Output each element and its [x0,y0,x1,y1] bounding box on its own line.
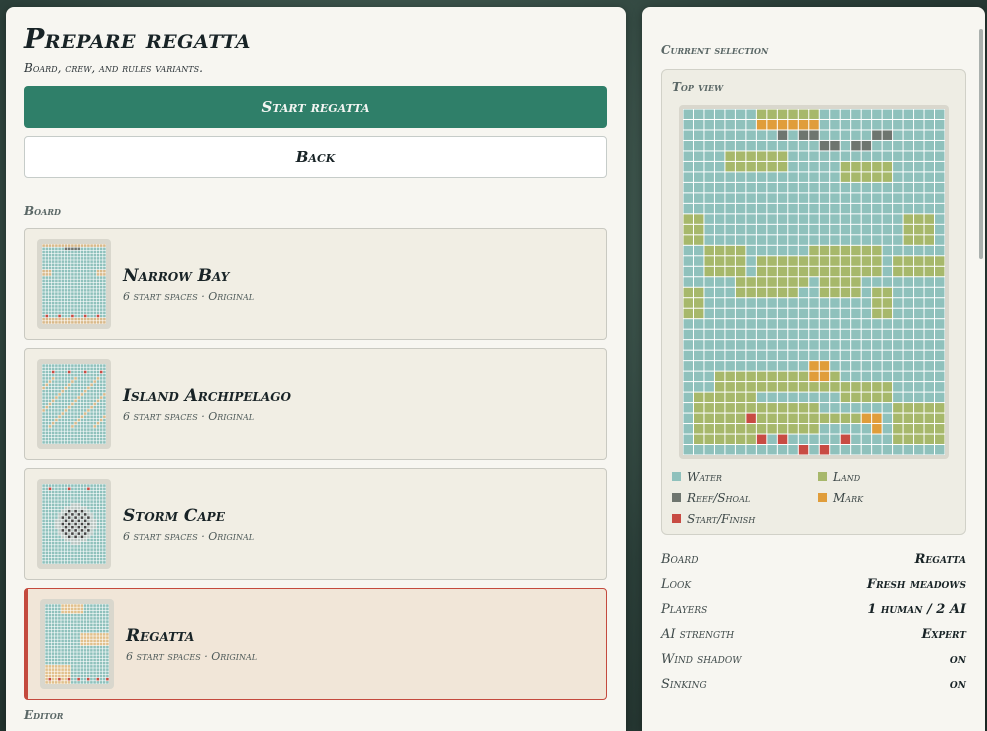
board-name: Narrow Bay [123,265,230,286]
board-meta: 6 start spaces · Original [123,529,255,543]
board-name: Storm Cape [123,505,225,526]
page-title: Prepare regatta [24,24,251,55]
board-card-storm-cape[interactable]: Storm Cape 6 start spaces · Original [24,468,607,580]
board-thumbnail [37,479,111,569]
board-card-island-archipelago[interactable]: Island Archipelago 6 start spaces · Orig… [24,348,607,460]
legend-reef: Reef/Shoal [672,490,818,505]
start-swatch [672,514,681,523]
legend-land: Land [818,469,958,484]
top-view-label: Top view [672,80,724,94]
detail-row-look: Look Fresh meadows [661,572,966,597]
board-meta: 6 start spaces · Original [123,289,255,303]
detail-value: on [949,652,966,667]
back-button[interactable]: Back [24,136,607,178]
board-thumbnail [40,599,114,689]
start-regatta-button[interactable]: Start regatta [24,86,607,128]
detail-row-wind-shadow: Wind shadow on [661,647,966,672]
legend-mark: Mark [818,490,958,505]
board-meta: 6 start spaces · Original [123,409,255,423]
editor-section-label: Editor [24,708,64,722]
board-card-regatta[interactable]: Regatta 6 start spaces · Original [24,588,607,700]
board-card-narrow-bay[interactable]: Narrow Bay 6 start spaces · Original [24,228,607,340]
board-thumbnail [37,359,111,449]
water-swatch [672,472,681,481]
mark-swatch [818,493,827,502]
detail-row-players: Players 1 human / 2 AI [661,597,966,622]
detail-key: Look [661,577,692,592]
detail-key: Board [661,552,699,567]
legend-water: Water [672,469,818,484]
top-view-card: Top view Water Land Reef/Shoal Mark Star… [661,69,966,535]
detail-key: Sinking [661,677,707,692]
detail-value: Fresh meadows [866,577,966,592]
page-subtitle: Board, crew, and rules variants. [24,61,203,75]
board-preview-map [679,105,949,459]
detail-row-ai-strength: AI strength Expert [661,622,966,647]
detail-key: AI strength [661,627,735,642]
detail-row-board: Board Regatta [661,547,966,572]
board-list: Narrow Bay 6 start spaces · Original Isl… [24,228,608,700]
board-thumbnail [37,239,111,329]
legend-start: Start/Finish [672,511,818,526]
detail-value: on [949,677,966,692]
board-grid [683,109,945,455]
current-selection-label: Current selection [661,43,769,57]
board-name: Island Archipelago [123,385,291,406]
detail-key: Wind shadow [661,652,742,667]
detail-value: Regatta [914,552,966,567]
land-swatch [818,472,827,481]
detail-value: 1 human / 2 AI [867,602,966,617]
scrollbar[interactable] [979,29,983,259]
board-name: Regatta [126,625,195,646]
selection-details: Board Regatta Look Fresh meadows Players… [661,547,966,697]
detail-value: Expert [921,627,966,642]
detail-key: Players [661,602,708,617]
selection-panel: Current selection Top view Water Land Re… [642,7,985,731]
board-meta: 6 start spaces · Original [126,649,258,663]
setup-panel: Prepare regatta Board, crew, and rules v… [6,7,626,731]
detail-row-sinking: Sinking on [661,672,966,697]
reef-swatch [672,493,681,502]
board-section-label: Board [24,204,61,218]
map-legend: Water Land Reef/Shoal Mark Start/Finish [672,469,955,526]
